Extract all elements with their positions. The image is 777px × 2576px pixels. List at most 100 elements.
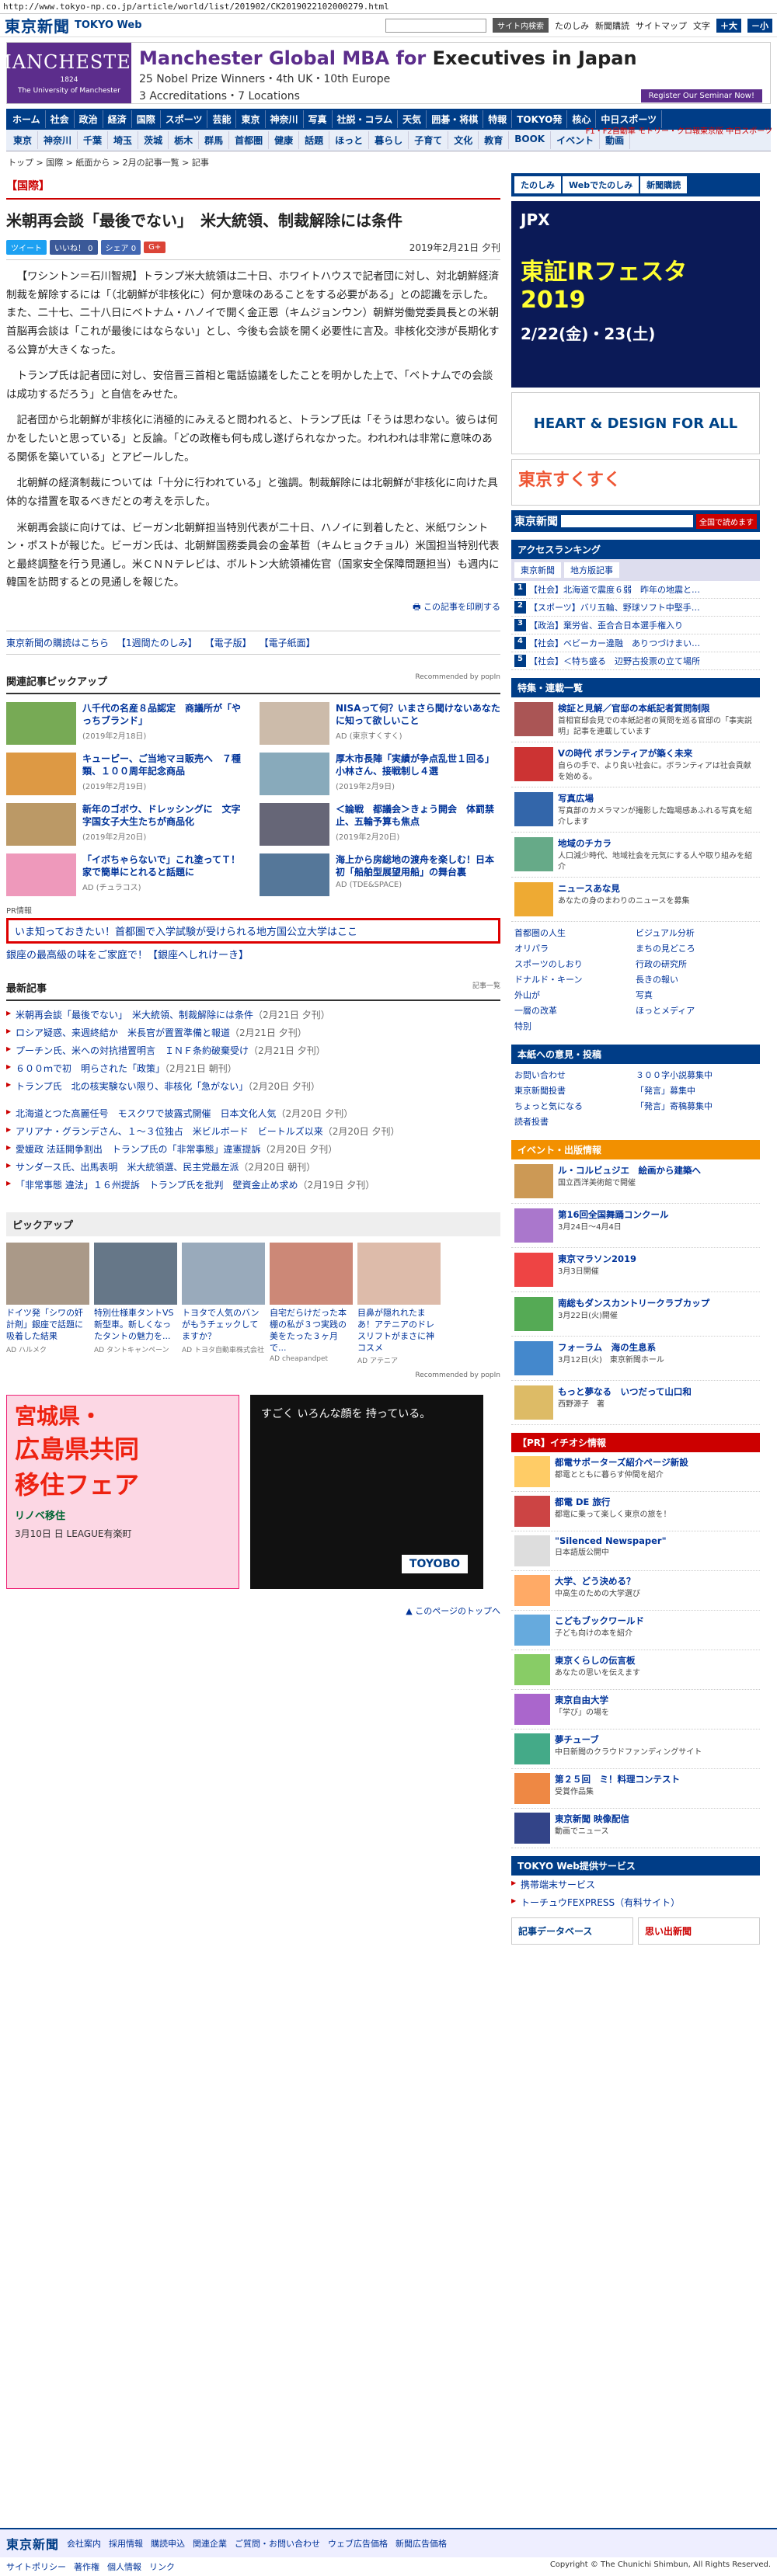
link-weekly[interactable]: 【1週間たのしみ】: [117, 636, 197, 649]
toyobo-ad[interactable]: すごく いろんな顔を 持っている。 TOYOBO: [250, 1395, 483, 1590]
nav-home[interactable]: ホーム: [8, 110, 46, 128]
header-link-tanoshimi[interactable]: たのしみ: [555, 19, 589, 32]
rank-item[interactable]: 5 【社会】＜特ち盛る 辺野古投票の立て場所: [511, 652, 760, 670]
link-subscribe[interactable]: 東京新聞の購読はこちら: [6, 636, 109, 649]
related-item[interactable]: ＜論戦 都議会＞きょう開会 体罰禁止、五輪予算も焦点 (2019年2月20日): [260, 803, 500, 846]
footer-link[interactable]: 関連企業: [193, 2537, 227, 2550]
nav2-education[interactable]: 教育: [479, 131, 510, 149]
latest-item[interactable]: 「非常事態 違法」１６州提訴 トランプ氏を批判 壁資金止め求め（2月19日 夕刊…: [6, 1176, 500, 1194]
rank-item[interactable]: 3 【政治】棄労省、歪合合日本選手権入り: [511, 617, 760, 634]
nav2-parenting[interactable]: 子育て: [409, 131, 449, 149]
latest-item[interactable]: 米朝再会談「最後でない」 米大統領、制裁解除には条件（2月21日 夕刊）: [6, 1006, 500, 1024]
tokyo-web-link[interactable]: トーチュウFEXPRESS（有料サイト）: [511, 1893, 760, 1911]
link-digital[interactable]: 【電子版】: [205, 636, 252, 649]
search-button[interactable]: サイト内検索: [493, 18, 549, 33]
pickup-item[interactable]: 自宅だらけだった本棚の私が３つ実践の美をたった３ヶ月で... AD cheapan…: [270, 1243, 353, 1365]
side-tab-tanoshimi[interactable]: たのしみ: [514, 176, 561, 193]
pr-item[interactable]: 第２５回 ミ！料理コンテスト 受賞作品集: [511, 1769, 760, 1809]
reader-link[interactable]: 読者投書: [514, 1114, 636, 1129]
nav-weather[interactable]: 天気: [398, 110, 427, 128]
pr-link[interactable]: 銀座の最高級の味をご家庭で！【銀座へしれけーき】: [6, 947, 500, 961]
related-item[interactable]: 八千代の名産８品認定 商議所が「やっちブランド」 (2019年2月18日): [6, 702, 247, 745]
side-link[interactable]: オリパラ: [514, 940, 636, 956]
font-larger-button[interactable]: ＋大: [716, 18, 741, 33]
nav-society[interactable]: 社会: [46, 110, 75, 128]
nav2-tokyo[interactable]: 東京: [8, 131, 39, 149]
pickup-item[interactable]: 特別仕様車タントVS新型車。新しくなったタントの魅力を... AD タントキャンペ…: [94, 1243, 177, 1365]
related-item[interactable]: 海上から房総地の渡舟を楽しむ！日本初「船舶型展望用船」の舞台裏 AD (TDE&S…: [260, 853, 500, 896]
like-button[interactable]: いいね！ 0: [50, 240, 98, 255]
address-bar[interactable]: http://www.tokyo-np.co.jp/article/world/…: [0, 0, 777, 14]
related-item[interactable]: キューピー、ご当地マヨ販売へ ７種類、１００周年記念商品 (2019年2月19日): [6, 753, 247, 795]
nav2-ibaraki[interactable]: 茨城: [138, 131, 169, 149]
side-link[interactable]: ほっとメディア: [636, 1003, 757, 1018]
rank-tab-main[interactable]: 東京新聞: [514, 562, 561, 578]
nav-tokyohatsu[interactable]: TOKYO発: [512, 110, 568, 128]
header-link-sitemap[interactable]: サイトマップ: [636, 19, 687, 32]
nav-igo[interactable]: 囲碁・将棋: [427, 110, 484, 128]
feature-item[interactable]: Vの時代 ボランティアが築く未来 自らの手で、より良い社会に。ボランティアは社会貢…: [511, 742, 760, 787]
latest-item[interactable]: 愛媛政 法廷開争割出 トランプ氏の「非常事態」違憲提訴（2月20日 夕刊）: [6, 1140, 500, 1158]
iju-fair-ad[interactable]: 宮城県・ 広島県共同 移住フェア リノベ移住 3月10日 日 LEAGUE有楽町: [6, 1395, 239, 1590]
article-list-button[interactable]: 記事一覧: [472, 980, 500, 995]
footer-link[interactable]: 新聞広告価格: [395, 2537, 447, 2550]
tokyo-np-input[interactable]: [561, 515, 693, 527]
rank-item[interactable]: 4 【社会】ベビーカー違融 ありつづけまい…: [511, 634, 760, 652]
pr-item[interactable]: こどもブックワールド 子ども向けの本を紹介: [511, 1611, 760, 1650]
event-item[interactable]: 第16回全国舞踊コンクール 3月24日〜4月4日: [511, 1204, 760, 1248]
nav2-saitama[interactable]: 埼玉: [108, 131, 139, 149]
reader-link[interactable]: 「発言」募集中: [636, 1083, 757, 1098]
side-link[interactable]: 写真: [636, 987, 757, 1003]
tokyo-web-link[interactable]: 携帯端末サービス: [511, 1876, 760, 1893]
rank-item[interactable]: 1 【社会】北海道で震度６弱 昨年の地震と…: [511, 581, 760, 599]
footer-link[interactable]: 著作権: [74, 2560, 99, 2573]
side-link[interactable]: 首都圏の人生: [514, 925, 636, 940]
feature-item[interactable]: 検証と見解／官邸の本紙記者質問制限 首相官邸会見での本紙記者の質問を巡る官邸の「事…: [511, 697, 760, 742]
feature-item[interactable]: 写真広場 写真部のカメラマンが撮影した臨場感あふれる写真を紹介します: [511, 787, 760, 833]
feature-item[interactable]: ニュースあな見 あなたの身のまわりのニュースを募集: [511, 878, 760, 922]
pr-item[interactable]: 東京くらしの伝言板 あなたの思いを伝えます: [511, 1650, 760, 1690]
header-link-subscribe[interactable]: 新聞購読: [595, 19, 629, 32]
jpx-ad[interactable]: JPX 東証IRフェスタ2019 2/22(金)・23(土): [511, 201, 760, 388]
latest-item[interactable]: ６００ｍで初 明らされた「政策」（2月21日 朝刊）: [6, 1059, 500, 1077]
event-item[interactable]: ル・コルビュジエ 絵画から建築へ 国立西洋美術館で開催: [511, 1159, 760, 1204]
nav-kanagawa[interactable]: 神奈川: [266, 110, 304, 128]
event-item[interactable]: 南総もダンスカントリークラブカップ 3月22日(火)開催: [511, 1292, 760, 1337]
side-link[interactable]: 特別: [514, 1018, 636, 1034]
nav2-gunma[interactable]: 群馬: [199, 131, 230, 149]
footer-link[interactable]: ご質問・お問い合わせ: [235, 2537, 320, 2550]
print-link[interactable]: 🖶 この記事を印刷する: [6, 600, 500, 615]
pr-item[interactable]: 都電 DE 旅行 都電に乗って楽しく東京の旅を！: [511, 1492, 760, 1531]
mba-ad-banner[interactable]: MANCHESTER 1824 The University of Manche…: [0, 42, 771, 104]
article-db-banner[interactable]: 記事データベース: [511, 1917, 633, 1945]
side-link[interactable]: ビジュアル分析: [636, 925, 757, 940]
reader-link[interactable]: ちょっと気になる: [514, 1098, 636, 1114]
rank-tab-local[interactable]: 地方版記事: [564, 562, 619, 578]
nav2-living[interactable]: 暮らし: [369, 131, 409, 149]
side-link[interactable]: 行政の研究所: [636, 956, 757, 972]
latest-item[interactable]: 北海道とつた高麗任号 モスクワで披露式開催 日本文化人気（2月20日 夕刊）: [6, 1104, 500, 1122]
event-item[interactable]: フォーラム 海の生息系 3月12日(火) 東京新聞ホール: [511, 1337, 760, 1381]
tokyo-np-button[interactable]: 全国で読めます: [696, 513, 757, 529]
footer-link[interactable]: 個人情報: [107, 2560, 141, 2573]
nav-economy[interactable]: 経済: [103, 110, 132, 128]
breadcrumb[interactable]: トップ > 国際 > 紙面から > 2月の記事一覧 > 記事: [0, 151, 777, 173]
pr-item[interactable]: "Silenced Newspaper" 日本語版公開中: [511, 1531, 760, 1571]
nav-world[interactable]: 国際: [132, 110, 161, 128]
pickup-item[interactable]: トヨタで人気のバンがもうチェックしてますか？ AD トヨタ自動車株式会社: [182, 1243, 265, 1365]
tweet-button[interactable]: ツイート: [6, 240, 47, 255]
nav-editorial[interactable]: 社説・コラム: [333, 110, 399, 128]
search-input[interactable]: [385, 18, 486, 33]
footer-link[interactable]: ウェブ広告価格: [328, 2537, 388, 2550]
pickup-item[interactable]: 目鼻が隠れれたまあ！アテニアのドレスリフトがまさに神コスメ AD アテニア: [357, 1243, 441, 1365]
reader-link[interactable]: 「発言」寄稿募集中: [636, 1098, 757, 1114]
rank-item[interactable]: 2 【スポーツ】バリ五輪、野球ソフト中堅手…: [511, 599, 760, 617]
tokyo-np-logo[interactable]: 東京新聞: [514, 513, 558, 529]
site-logo-sub[interactable]: TOKYO Web: [75, 19, 142, 31]
side-link[interactable]: スポーツのしおり: [514, 956, 636, 972]
nav2-book[interactable]: BOOK: [509, 131, 552, 149]
latest-item[interactable]: アリアナ・グランデさん、１〜３位独占 米ビルボード ビートルズ以来（2月20日 …: [6, 1122, 500, 1140]
footer-link[interactable]: リンク: [149, 2560, 175, 2573]
reader-link[interactable]: ３００字小説募集中: [636, 1067, 757, 1083]
nav-tokuho[interactable]: 特報: [483, 110, 513, 128]
